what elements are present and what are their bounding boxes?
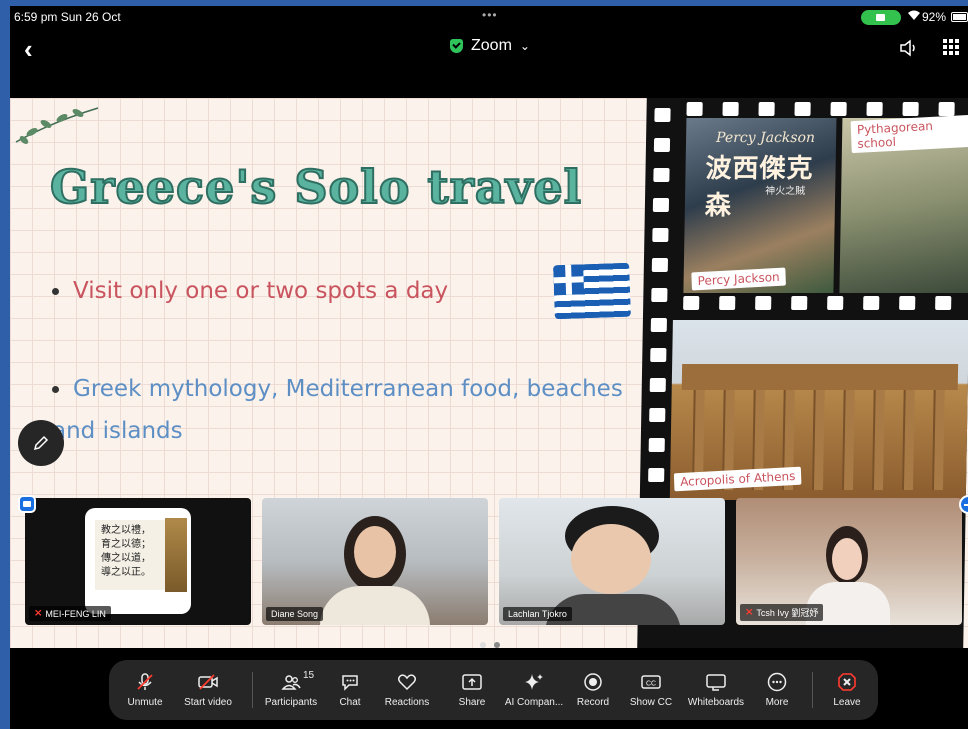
multitasking-dots-icon[interactable]: •••	[482, 8, 498, 22]
video-tile[interactable]: ⨯ Tcsh Ivy 劉冠妤	[736, 498, 962, 625]
participants-button[interactable]: Participants	[263, 660, 319, 720]
slide-bullet: Visit only one or two spots a day	[52, 278, 448, 304]
heart-icon	[397, 674, 417, 691]
participant-name-label: ⨯ Tcsh Ivy 劉冠妤	[740, 604, 824, 621]
participant-video-strip: 教之以禮， 育之以德； 傳之以道， 導之以正。 ⨯ MEI-FENG LIN D…	[10, 498, 968, 632]
unmute-button[interactable]: Unmute	[125, 660, 165, 720]
share-button[interactable]: Share	[446, 660, 498, 720]
participant-name-label: ⨯ MEI-FENG LIN	[29, 606, 111, 621]
meeting-toolbar: Unmute Start video Participants 15 Chat …	[109, 660, 878, 720]
participant-name-label: Diane Song	[266, 607, 324, 621]
wifi-icon	[907, 9, 921, 24]
whiteboards-button[interactable]: Whiteboards	[685, 660, 747, 720]
slide-bullet: Greek mythology, Mediterranean food, bea…	[52, 376, 623, 444]
video-tile[interactable]: Lachlan Tjokro	[499, 498, 725, 625]
chevron-down-icon: ⌄	[519, 39, 530, 53]
percy-jackson-cover-image: Percy Jackson 波西傑克森 神火之賊	[683, 118, 837, 293]
video-tile[interactable]: Diane Song	[262, 498, 488, 625]
leaf-decoration-icon	[15, 107, 99, 144]
apps-grid-icon[interactable]	[943, 39, 959, 55]
greece-flag-icon	[553, 262, 631, 320]
film-holes	[683, 296, 952, 310]
more-icon	[767, 672, 787, 692]
battery-percent: 92%	[922, 10, 947, 24]
bullet-dot-icon	[52, 288, 59, 295]
ai-companion-button[interactable]: AI Compan...	[501, 660, 567, 720]
slide-title: Greece's Solo travel	[49, 159, 583, 215]
pencil-icon	[33, 435, 49, 451]
back-chevron-icon[interactable]: ‹	[24, 34, 33, 65]
pythagorean-tag: Pythagorean school	[850, 114, 968, 154]
chat-icon	[342, 675, 358, 691]
start-video-button[interactable]: Start video	[181, 660, 235, 720]
meeting-title: Zoom	[471, 37, 512, 54]
bullet-dot-icon	[52, 386, 59, 393]
mic-muted-icon: ⨯	[745, 607, 754, 618]
share-icon	[462, 674, 482, 690]
pin-view-icon[interactable]	[18, 495, 36, 513]
reactions-button[interactable]: Reactions	[379, 660, 435, 720]
participants-icon	[281, 675, 301, 690]
participants-count-badge: 15	[303, 670, 315, 681]
zoom-window: 6:59 pm Sun 26 Oct ••• 92% ‹ Zoom ⌄ Gree…	[10, 6, 968, 729]
video-tile[interactable]: 教之以禮， 育之以德； 傳之以道， 導之以正。 ⨯ MEI-FENG LIN	[25, 498, 251, 625]
meeting-header: ‹ Zoom ⌄	[10, 28, 968, 74]
mic-muted-icon: ⨯	[34, 608, 43, 619]
participant-name-label: Lachlan Tjokro	[503, 607, 572, 621]
status-bar: 6:59 pm Sun 26 Oct ••• 92%	[10, 6, 968, 28]
film-holes	[686, 102, 955, 116]
battery-icon	[951, 12, 968, 22]
record-icon	[584, 673, 602, 691]
leave-button[interactable]: Leave	[827, 660, 867, 720]
camera-in-use-icon	[861, 10, 901, 25]
cc-icon: CC	[641, 675, 661, 689]
meeting-title-dropdown[interactable]: Zoom ⌄	[450, 37, 530, 55]
chat-button[interactable]: Chat	[330, 660, 370, 720]
video-off-icon	[198, 674, 218, 690]
whiteboard-icon	[706, 674, 726, 691]
shared-screen-thumbnail: 教之以禮， 育之以德； 傳之以道， 導之以正。	[85, 508, 191, 614]
mic-muted-icon	[137, 673, 153, 690]
speaker-icon[interactable]	[898, 37, 920, 59]
leave-icon	[838, 673, 856, 691]
show-cc-button[interactable]: CC Show CC	[627, 660, 675, 720]
svg-text:CC: CC	[646, 681, 656, 688]
sparkle-icon	[525, 674, 543, 690]
record-button[interactable]: Record	[573, 660, 613, 720]
more-button[interactable]: More	[757, 660, 797, 720]
page-indicator[interactable]	[480, 642, 500, 648]
encryption-shield-icon	[450, 39, 463, 53]
annotate-pencil-button[interactable]	[18, 420, 64, 466]
status-time: 6:59 pm Sun 26 Oct	[14, 10, 121, 24]
